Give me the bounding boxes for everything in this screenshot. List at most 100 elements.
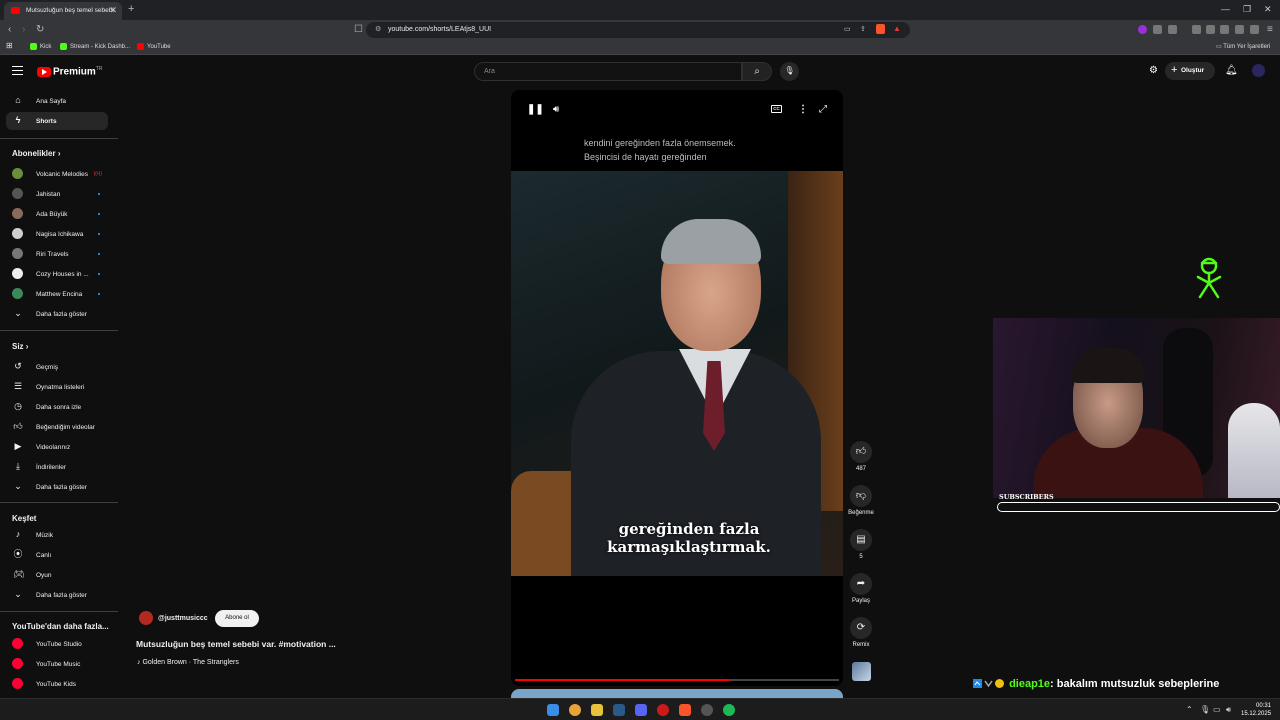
windows-start-icon[interactable] [547,704,559,716]
hamburger-menu-icon[interactable] [12,66,23,75]
share-page-icon[interactable]: ⇪ [860,25,866,33]
more-options-icon[interactable]: ⋮ [798,104,808,115]
video-progress-bar[interactable] [515,679,839,681]
share-button[interactable]: ➦ Paylaş [847,573,875,604]
sidebar-subscription[interactable]: Matthew Encina [6,285,108,303]
bookmark-kick[interactable]: Kick [30,43,51,50]
brave-shields-icon[interactable] [876,24,885,34]
captions-icon[interactable]: CC [771,105,782,113]
cast-companion-icon[interactable]: ⚙ [1149,65,1158,76]
brave-rewards-icon[interactable]: ▲ [893,24,901,33]
bookmark-youtube[interactable]: YouTube [137,43,171,50]
sidebar-item-gaming[interactable]: 🎮︎ Oyun [6,566,108,584]
sidebar-item-liked-videos[interactable]: 👍︎ Beğendiğim videolar [6,418,108,436]
extension-icon[interactable] [1138,25,1147,34]
sidebar-item-youtube-music[interactable]: YouTube Music [6,655,108,673]
brave-icon[interactable] [679,704,691,716]
sidebar-item-youtube-kids[interactable]: YouTube Kids [6,675,108,693]
window-close-icon[interactable]: ✕ [1264,4,1272,15]
sidebar-toggle-icon[interactable] [1206,25,1215,34]
search-input[interactable]: Ara [474,62,742,81]
youtube-premium-logo[interactable]: PremiumTR [37,66,102,77]
sidebar-subscription[interactable]: Nagisa Ichikawa [6,225,108,243]
music-control-icon[interactable] [1192,25,1201,34]
sidebar-subscription[interactable]: Riri Travels [6,245,108,263]
discord-icon[interactable] [635,704,647,716]
create-button[interactable]: + Oluştur [1165,62,1215,80]
video-title[interactable]: Mutsuzluğun beş temel sebebi var. #motiv… [136,639,336,649]
remix-button[interactable]: ⟳ Remix [847,617,875,648]
extension-icon[interactable] [1168,25,1177,34]
sidebar-item-home[interactable]: ⌂ Ana Sayfa [6,92,108,110]
all-bookmarks[interactable]: ▭ Tüm Yer İşaretleri [1216,43,1270,50]
sound-thumbnail[interactable] [852,662,871,681]
microphone-icon[interactable]: 🎙︎ [1200,705,1210,714]
logo-text: Premium [53,66,96,78]
obs-icon[interactable] [701,704,713,716]
notifications-bell-icon[interactable]: 🔔︎ [1225,65,1238,76]
show-more-you[interactable]: ⌄ Daha fazla göster [6,478,108,496]
sidebar-item-your-videos[interactable]: ▶ Videolarınız [6,438,108,456]
browser-tab[interactable]: Mutsuzluğun beş temel sebebi ✕ [4,2,122,20]
sidebar-subscription[interactable]: Cozy Houses in ... [6,265,108,283]
sidebar-item-live[interactable]: ⦿ Canlı [6,546,108,564]
pause-icon[interactable]: ❚❚ [527,104,544,115]
sidebar-item-shorts[interactable]: ϟ Shorts [6,112,108,130]
forward-icon[interactable]: › [22,24,25,35]
speaker-icon[interactable]: 🔊︎ [1226,705,1231,715]
new-tab-icon[interactable]: + [128,3,134,15]
extension-icon[interactable] [1153,25,1162,34]
next-short-preview[interactable] [511,689,843,698]
subscribe-button[interactable]: Abone ol [215,610,259,627]
extension-icon[interactable] [1235,25,1244,34]
tray-chevron-icon[interactable]: ⌃ [1186,705,1193,714]
bookmark-star-icon[interactable]: ☐ [354,24,363,35]
account-avatar[interactable] [1252,64,1265,77]
sidebar-subscription[interactable]: Jahistan [6,185,108,203]
wallet-icon[interactable] [1250,25,1259,34]
comments-button[interactable]: ▤ 5 [847,529,875,560]
you-header[interactable]: Siz › [12,342,28,351]
back-icon[interactable]: ‹ [8,24,11,35]
sidebar-item-history[interactable]: ↺ Geçmiş [6,358,108,376]
channel-name[interactable]: @justtmusiccc [158,615,208,622]
sidebar-subscription[interactable]: Volcanic Melodies ((•)) [6,165,108,183]
sidebar-item-watch-later[interactable]: ◷ Daha sonra izle [6,398,108,416]
chevron-down-icon: ⌄ [14,481,22,491]
channel-avatar[interactable] [139,611,153,625]
site-info-icon[interactable]: ⚙ [375,25,381,33]
tab-close-icon[interactable]: ✕ [109,5,117,16]
voice-search-button[interactable]: 🎙 [780,62,799,81]
apps-grid-icon[interactable]: ⊞ [6,41,13,50]
extension-icon[interactable] [1220,25,1229,34]
fullscreen-icon[interactable]: ⤢ [819,104,827,115]
restore-icon[interactable]: ❐ [1243,4,1251,15]
sidebar-item-playlists[interactable]: ☰ Oynatma listeleri [6,378,108,396]
sidebar-item-downloads[interactable]: ⤓ İndirilenler [6,458,108,476]
subscriptions-header[interactable]: Abonelikler › [12,149,60,158]
steam-icon[interactable] [613,704,625,716]
opera-icon[interactable] [657,704,669,716]
menu-icon[interactable]: ≡ [1267,24,1273,35]
sidebar-item-music[interactable]: ♪ Müzik [6,526,108,544]
minimize-icon[interactable]: — [1221,4,1230,14]
sidebar-subscription[interactable]: Ada Büyük [6,205,108,223]
music-credit[interactable]: ♪ Golden Brown · The Stranglers [137,659,239,666]
like-button[interactable]: 👍︎ 487 [847,441,875,472]
bookmark-stream-dashboard[interactable]: Stream - Kick Dashb... [60,43,130,50]
search-button[interactable]: ⌕ [742,62,772,81]
reload-icon[interactable]: ↻ [36,24,44,35]
sidebar-item-youtube-studio[interactable]: YouTube Studio [6,635,108,653]
cast-icon[interactable]: ▭ [844,25,851,33]
url-bar[interactable]: ⚙ youtube.com/shorts/LEAtjs8_UUI ▭ ⇪ ▲ [366,22,910,38]
show-more-explore[interactable]: ⌄ Daha fazla göster [6,586,108,604]
spotify-icon[interactable] [723,704,735,716]
chrome-icon[interactable] [569,704,581,716]
show-more-subscriptions[interactable]: ⌄ Daha fazla göster [6,305,108,323]
volume-icon[interactable]: 🔊︎ [553,104,559,115]
network-icon[interactable]: ▭ [1213,705,1221,714]
shorts-player[interactable]: ❚❚ 🔊︎ CC ⋮ ⤢ kendini gereğinden fazla ön… [511,90,843,686]
file-explorer-icon[interactable] [591,704,603,716]
dislike-button[interactable]: 👎︎ Beğenme [847,485,875,516]
system-clock[interactable]: 00:31 15.12.2025 [1241,702,1271,718]
